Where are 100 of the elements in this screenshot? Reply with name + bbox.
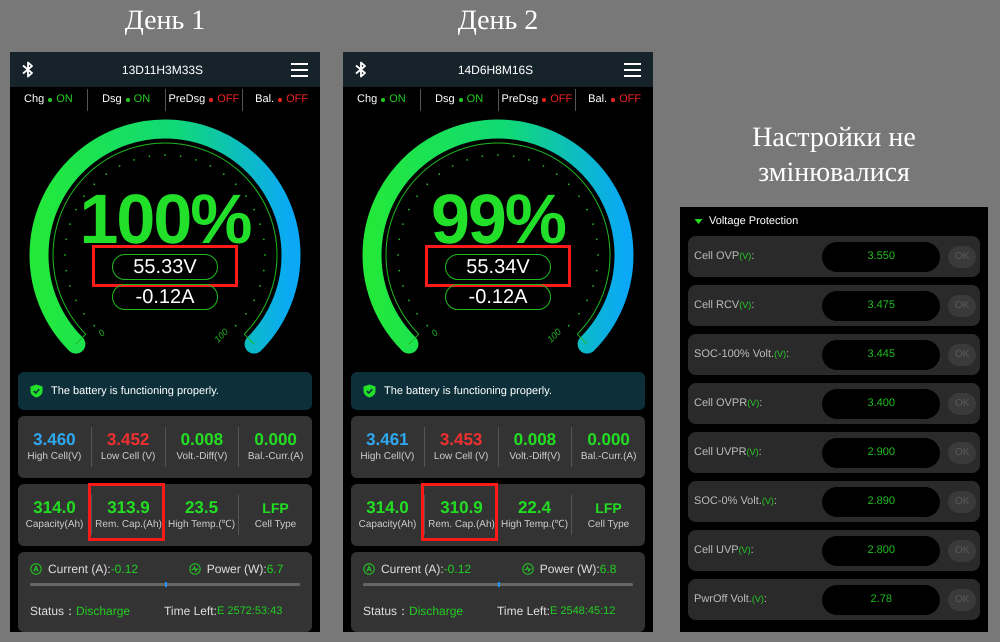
setting-label: Cell UVPR(V): [694, 445, 763, 460]
current-label: Current (A): [381, 561, 444, 577]
shield-check-icon [363, 384, 376, 398]
scale-label: 0 [429, 328, 440, 338]
stat-label: Cell Type [588, 518, 630, 532]
stat-value: 310.9 [440, 498, 483, 518]
menu-button[interactable] [624, 62, 641, 76]
time-left-value: E 2548:45:12 [550, 604, 616, 619]
setting-label: PwrOff Volt.(V): [694, 592, 768, 608]
stat-label: Low Cell (V) [434, 450, 488, 464]
power-value: 6.7 [266, 561, 284, 577]
session-title: 14D6H8M16S [458, 62, 534, 78]
stat-label: Capacity(Ah) [358, 518, 416, 532]
stat-value: 23.5 [184, 498, 218, 518]
stat-value: 0.000 [254, 430, 297, 450]
stat-value: 314.0 [366, 498, 409, 518]
day-heading: День 1 [124, 4, 206, 38]
switch-state: OFF [217, 92, 240, 108]
scale-label: 100 [545, 326, 564, 344]
current-icon [30, 563, 42, 575]
scale-label: 100 [212, 326, 230, 344]
status-label: Status： [30, 603, 76, 619]
current-value: -0.12 [444, 561, 472, 577]
time-left-label: Time Left: [497, 603, 550, 619]
switch-state: OFF [550, 92, 572, 108]
session-title: 13D11H3M33S [122, 62, 204, 78]
switch-label: Bal. [588, 92, 608, 108]
switch-label: Dsg [435, 92, 455, 108]
time-left-value: E 2572:53:43 [216, 604, 282, 619]
status-message: The battery is functioning properly. [384, 384, 552, 399]
voltage-reading: 55.34V [445, 254, 551, 280]
stat-label: Rem. Cap.(Ah) [428, 518, 495, 532]
section-header[interactable]: Voltage Protection [688, 207, 980, 235]
time-left-label: Time Left: [164, 603, 217, 619]
power-label: Power (W): [540, 561, 600, 577]
bluetooth-icon [355, 61, 367, 78]
current-value: -0.12 [110, 561, 140, 577]
note-heading: Настройки не змінювалися [751, 121, 917, 190]
stat-label: Bal.-Curr.(A) [248, 450, 304, 464]
stat-value: LFP [262, 499, 289, 518]
setting-label: SOC-0% Volt.(V): [694, 494, 778, 510]
setting-label: Cell RCV(V): [694, 298, 756, 314]
stat-label: Volt.-Diff(V) [176, 450, 228, 464]
stat-value: 0.008 [180, 430, 224, 450]
day-heading: День 2 [458, 4, 538, 38]
setting-label: Cell OVP(V): [694, 249, 756, 264]
current-icon [363, 563, 375, 575]
stat-label: High Cell(V) [360, 450, 414, 464]
status-label: Status： [363, 603, 410, 619]
stat-value: 0.000 [587, 430, 630, 450]
stat-label: High Temp.(℃) [500, 518, 568, 532]
setting-label: Cell UVP(V): [694, 543, 755, 558]
switch-label: Chg [357, 92, 378, 108]
stat-value: 0.008 [514, 430, 556, 450]
stat-label: Bal.-Curr.(A) [580, 450, 636, 464]
switch-label: PreDsg [502, 92, 538, 108]
switch-label: PreDsg [168, 92, 206, 108]
switch-label: Chg [24, 92, 44, 108]
stat-value: 3.452 [106, 430, 150, 450]
setting-label: SOC-100% Volt.(V): [694, 347, 790, 362]
switch-state: ON [134, 92, 150, 108]
switch-state: ON [389, 92, 406, 108]
stat-value: 22.4 [518, 498, 552, 518]
menu-button[interactable] [290, 62, 308, 76]
current-reading: -0.12A [445, 284, 551, 310]
bluetooth-icon [22, 61, 34, 78]
current-label: Current (A): [48, 561, 111, 577]
stat-value: LFP [595, 499, 622, 518]
switch-label: Dsg [102, 92, 122, 108]
stat-value: 314.0 [33, 498, 76, 518]
stat-value: 3.453 [440, 430, 482, 450]
stat-value: 3.461 [366, 430, 409, 450]
switch-state: OFF [286, 92, 308, 108]
scale-label: 0 [96, 328, 107, 338]
charge-percent: 100% [79, 184, 251, 254]
charge-percent: 99% [430, 184, 566, 254]
switch-state: ON [56, 92, 73, 108]
power-value: 6.8 [600, 561, 616, 577]
power-label: Power (W): [206, 561, 267, 577]
stat-label: High Cell(V) [27, 450, 82, 464]
stat-label: Volt.-Diff(V) [509, 450, 560, 464]
stat-label: Capacity(Ah) [26, 518, 84, 532]
switch-label: Bal. [255, 92, 274, 108]
stat-label: Cell Type [254, 518, 296, 532]
stat-value: 3.460 [33, 430, 76, 450]
switch-state: ON [466, 92, 484, 108]
current-reading: -0.12A [112, 284, 218, 310]
setting-label: Cell OVPR(V): [694, 396, 764, 412]
status-value: Discharge [76, 603, 132, 619]
stat-label: Rem. Cap.(Ah) [95, 518, 162, 532]
status-value: Discharge [409, 603, 464, 619]
pulse-icon [522, 563, 534, 575]
stat-label: High Temp.(℃) [168, 518, 236, 532]
voltage-reading: 55.33V [112, 254, 218, 280]
stat-label: Low Cell (V) [100, 450, 156, 464]
stat-value: 313.9 [107, 498, 150, 518]
switch-state: OFF [619, 92, 642, 108]
status-message: The battery is functioning properly. [51, 384, 219, 399]
shield-check-icon [30, 384, 43, 398]
pulse-icon [188, 563, 201, 575]
